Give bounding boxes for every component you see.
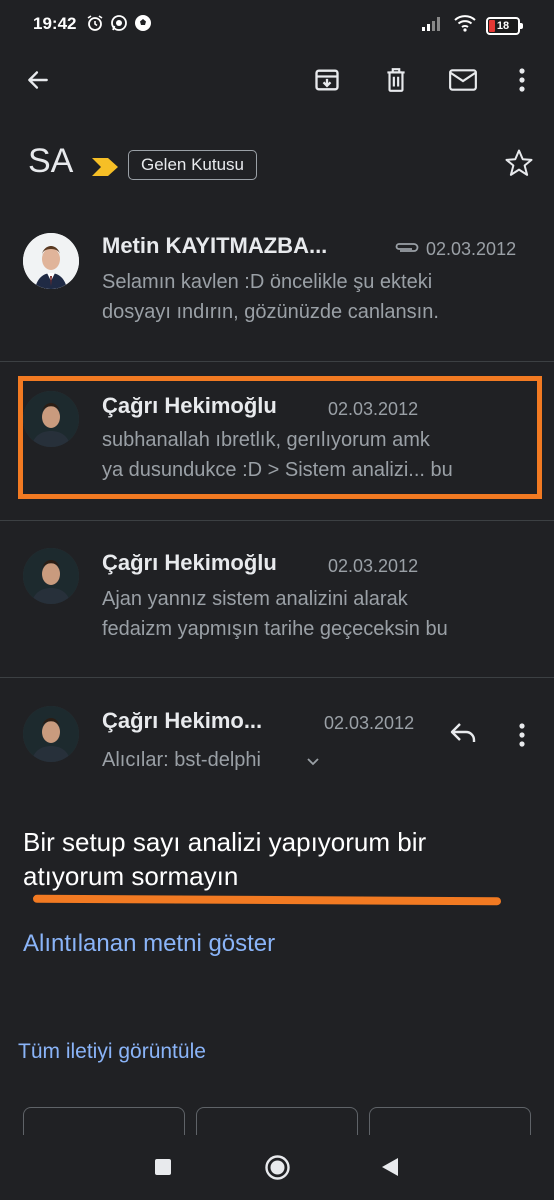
home-icon[interactable]	[264, 1154, 291, 1186]
highlight-box	[18, 376, 542, 499]
reply-icon[interactable]	[448, 720, 478, 749]
sender-name: Metin KAYITMAZBA...	[102, 233, 328, 258]
alarm-icon	[86, 14, 104, 32]
star-icon[interactable]	[504, 148, 534, 183]
message-date: 02.03.2012	[324, 713, 415, 733]
view-entire-message-link[interactable]: Tüm iletiyi görüntüle	[18, 1040, 206, 1064]
delete-icon[interactable]	[376, 60, 416, 100]
divider	[0, 520, 554, 521]
more-vert-icon[interactable]	[502, 60, 542, 100]
avatar	[23, 548, 79, 604]
wifi-icon	[454, 14, 476, 37]
status-system-icons: 18	[422, 14, 523, 37]
message-snippet-line: Selamın kavlen :D öncelikle şu ekteki	[102, 271, 433, 293]
signal-icon	[422, 15, 444, 36]
message-snippet-line: Ajan yannız sistem analizini alarak	[102, 588, 408, 610]
message-snippet-line: dosyayı ındırın, gözünüzde canlansın.	[102, 301, 439, 323]
back-icon[interactable]	[381, 1157, 399, 1182]
back-arrow-icon[interactable]	[18, 60, 58, 100]
divider	[0, 361, 554, 362]
avatar	[23, 233, 79, 289]
avatar	[23, 706, 79, 762]
sender-name: Çağrı Hekimo...	[102, 708, 263, 733]
attachment-icon	[394, 241, 420, 260]
status-bar: 19:42 18	[0, 0, 554, 50]
importance-marker-icon[interactable]	[92, 158, 118, 181]
app-bar	[0, 50, 554, 110]
more-vert-icon[interactable]	[518, 722, 526, 753]
message-body-line: Bir setup sayı analizi yapıyorum bir	[23, 827, 427, 857]
mark-unread-icon[interactable]	[443, 60, 483, 100]
show-quoted-text-link[interactable]: Alıntılanan metni göster	[23, 930, 275, 958]
divider	[0, 677, 554, 678]
battery-level: 18	[496, 19, 510, 32]
battery-icon: 18	[486, 16, 523, 35]
message-item[interactable]: Metin KAYITMAZBA... 02.03.2012 Selamın k…	[0, 225, 554, 360]
soccer-ball-icon	[134, 14, 152, 32]
recents-icon[interactable]	[154, 1158, 172, 1181]
message-body: Bir setup sayı analizi yapıyorum bir atı…	[23, 825, 523, 893]
message-item[interactable]: Çağrı Hekimoğlu 02.03.2012 Ajan yannız s…	[0, 540, 554, 675]
highlight-underline	[32, 894, 502, 906]
sender-name: Çağrı Hekimoğlu	[102, 550, 277, 575]
archive-icon[interactable]	[307, 60, 347, 100]
message-date: 02.03.2012	[328, 556, 419, 576]
system-nav-bar	[0, 1135, 554, 1200]
message-body-line: atıyorum sormayın	[23, 861, 239, 891]
status-time: 19:42	[33, 14, 77, 33]
message-snippet-line: fedaizm yapmışın tarihe geçeceksin bu	[102, 618, 448, 640]
label-chip-inbox[interactable]: Gelen Kutusu	[128, 150, 258, 180]
chevron-down-icon[interactable]	[306, 754, 320, 772]
message-date: 02.03.2012	[426, 239, 517, 259]
status-notification-icons	[86, 14, 152, 32]
whatsapp-icon	[110, 14, 128, 32]
thread-subject: SA	[28, 142, 74, 180]
expanded-message-header[interactable]: Çağrı Hekimo... 02.03.2012 Alıcılar: bst…	[0, 700, 554, 790]
